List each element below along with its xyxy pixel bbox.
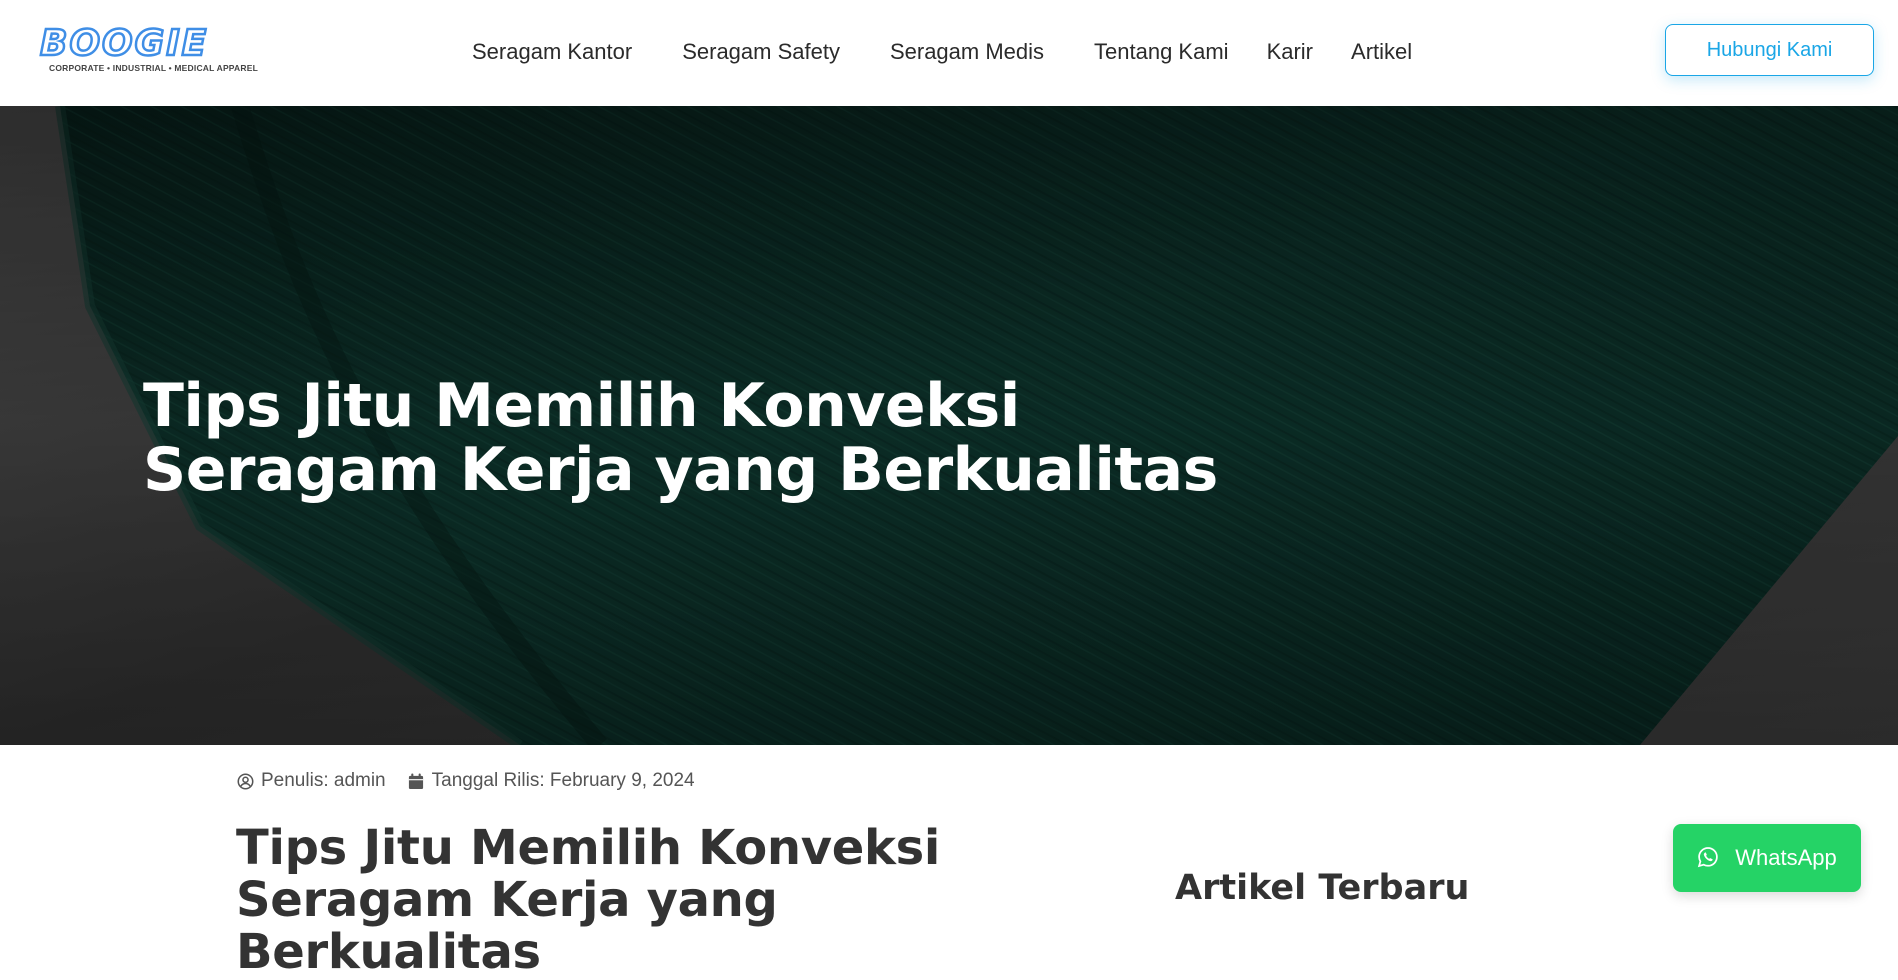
nav-item-seragam-medis[interactable]: Seragam Medis — [890, 38, 1044, 66]
author-label[interactable]: Penulis: admin — [261, 770, 386, 792]
site-header: BOOGIE CORPORATE • INDUSTRIAL • MEDICAL … — [0, 0, 1898, 106]
brand-logo[interactable]: BOOGIE CORPORATE • INDUSTRIAL • MEDICAL … — [39, 22, 260, 80]
nav-item-tentang-kami[interactable]: Tentang Kami — [1094, 38, 1229, 66]
nav-item-karir[interactable]: Karir — [1267, 38, 1313, 66]
logo-tagline: CORPORATE • INDUSTRIAL • MEDICAL APPAREL — [49, 63, 258, 73]
contact-button[interactable]: Hubungi Kami — [1665, 24, 1874, 76]
logo-wordmark: BOOGIE — [39, 22, 209, 65]
author-meta: Penulis: admin — [236, 770, 386, 792]
nav-item-artikel[interactable]: Artikel — [1351, 38, 1412, 66]
nav-item-seragam-kantor[interactable]: Seragam Kantor — [472, 38, 632, 66]
date-meta: Tanggal Rilis: February 9, 2024 — [407, 770, 695, 792]
calendar-icon — [407, 772, 425, 790]
user-circle-icon — [236, 772, 254, 790]
date-label: Tanggal Rilis: February 9, 2024 — [431, 770, 695, 791]
hero-title: Tips Jitu Memilih Konveksi Seragam Kerja… — [143, 371, 1218, 505]
whatsapp-icon — [1697, 846, 1721, 870]
main-nav: Seragam Kantor Seragam Safety Seragam Me… — [472, 38, 1412, 66]
nav-item-seragam-safety[interactable]: Seragam Safety — [682, 38, 840, 66]
article-title: Tips Jitu Memilih Konveksi Seragam Kerja… — [236, 820, 941, 980]
hero-banner: Tips Jitu Memilih Konveksi Seragam Kerja… — [0, 106, 1898, 745]
whatsapp-button[interactable]: WhatsApp — [1673, 824, 1861, 892]
whatsapp-label: WhatsApp — [1735, 845, 1837, 870]
sidebar-title: Artikel Terbaru — [1175, 868, 1470, 908]
article-meta: Penulis: admin Tanggal Rilis: February 9… — [236, 770, 695, 792]
